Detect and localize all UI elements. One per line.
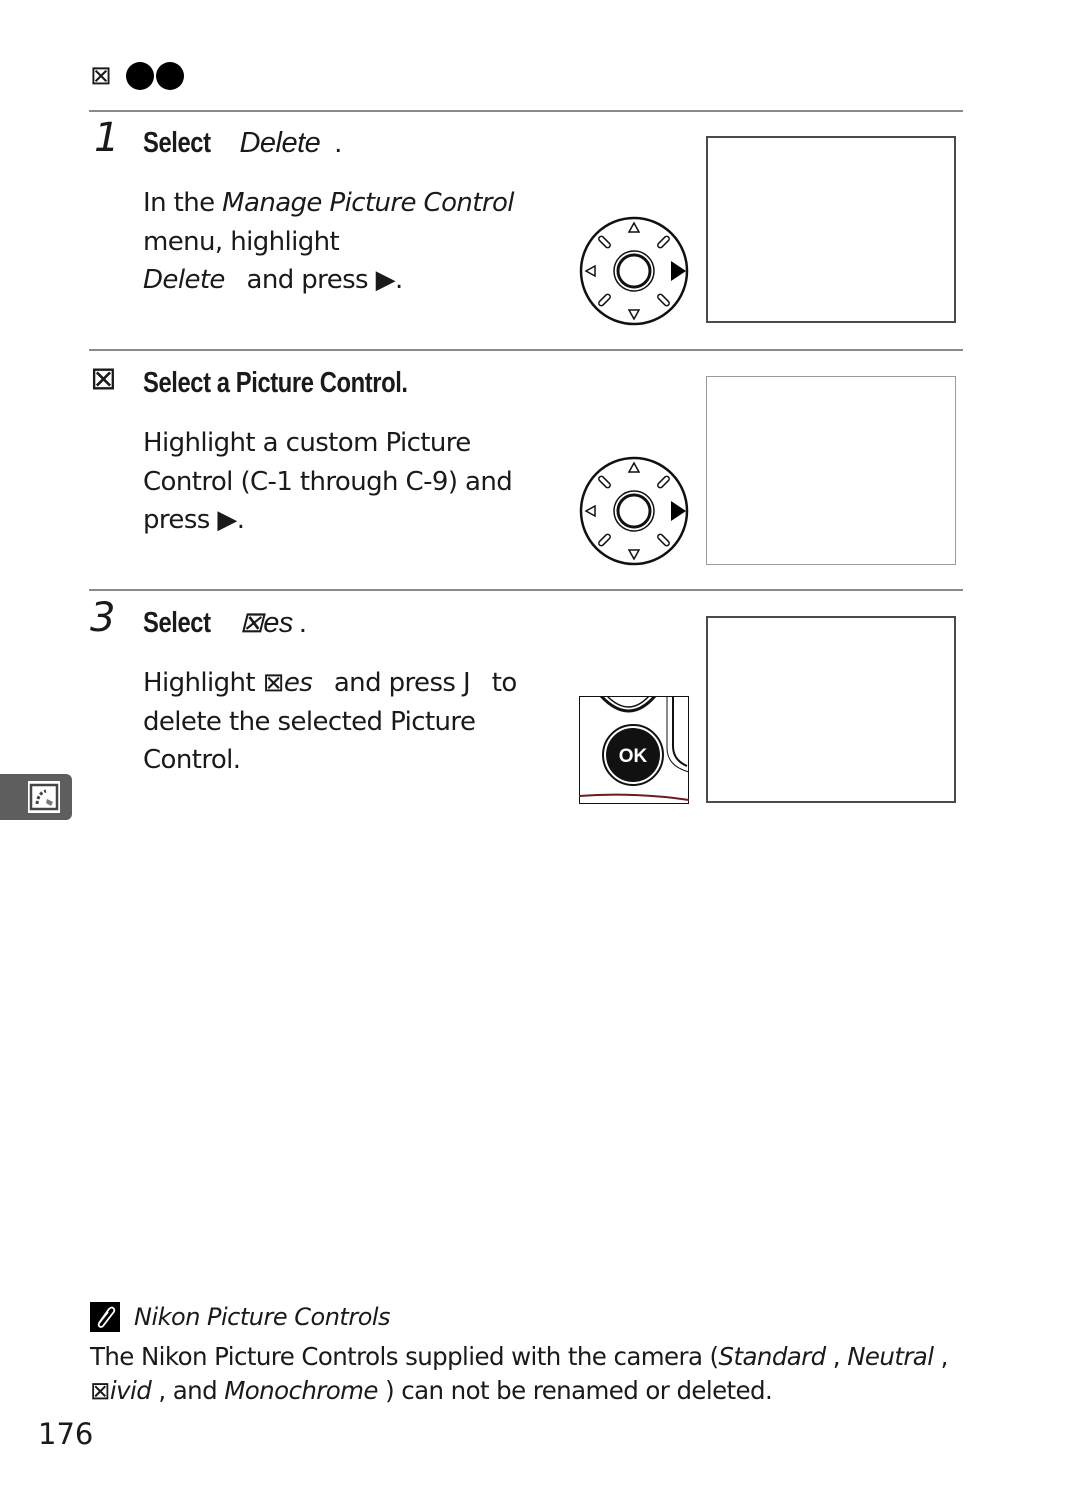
note-body: The Nikon Picture Controls supplied with…	[90, 1342, 948, 1405]
step-title: Select ⊠es.	[143, 607, 307, 639]
ok-button-illustration: OK	[579, 696, 689, 804]
heading-dots	[125, 62, 184, 90]
multi-selector-icon	[579, 216, 689, 326]
heading-glyph: ⊠	[90, 61, 112, 91]
ok-label: OK	[619, 746, 648, 767]
divider	[89, 110, 963, 112]
step-instructions: In the Manage Picture Control menu, high…	[143, 188, 514, 295]
step-instructions: Highlight ⊠es and press J to delete the …	[143, 668, 517, 775]
step-number: ⊠	[90, 359, 117, 397]
note-heading: Nikon Picture Controls	[90, 1302, 391, 1332]
step-number: 1	[94, 115, 120, 161]
step-title: Select Delete.	[143, 127, 342, 159]
step-title: Select a Picture Control.	[143, 367, 408, 399]
multi-selector-icon	[579, 456, 689, 566]
chapter-tab[interactable]	[0, 774, 72, 820]
paperclip-icon	[90, 1302, 120, 1332]
page-number: 176	[38, 1417, 94, 1451]
divider	[89, 589, 963, 591]
picture-control-icon	[28, 781, 60, 813]
camera-screen-image	[706, 616, 956, 803]
step-number: 3	[90, 595, 116, 641]
camera-screen-image	[706, 376, 956, 565]
divider	[89, 349, 963, 351]
section-heading: ⊠	[90, 56, 184, 96]
note-title: Nikon Picture Controls	[134, 1303, 391, 1331]
step-instructions: Highlight a custom Picture Control (C-1 …	[143, 428, 513, 535]
camera-screen-image	[706, 136, 956, 323]
